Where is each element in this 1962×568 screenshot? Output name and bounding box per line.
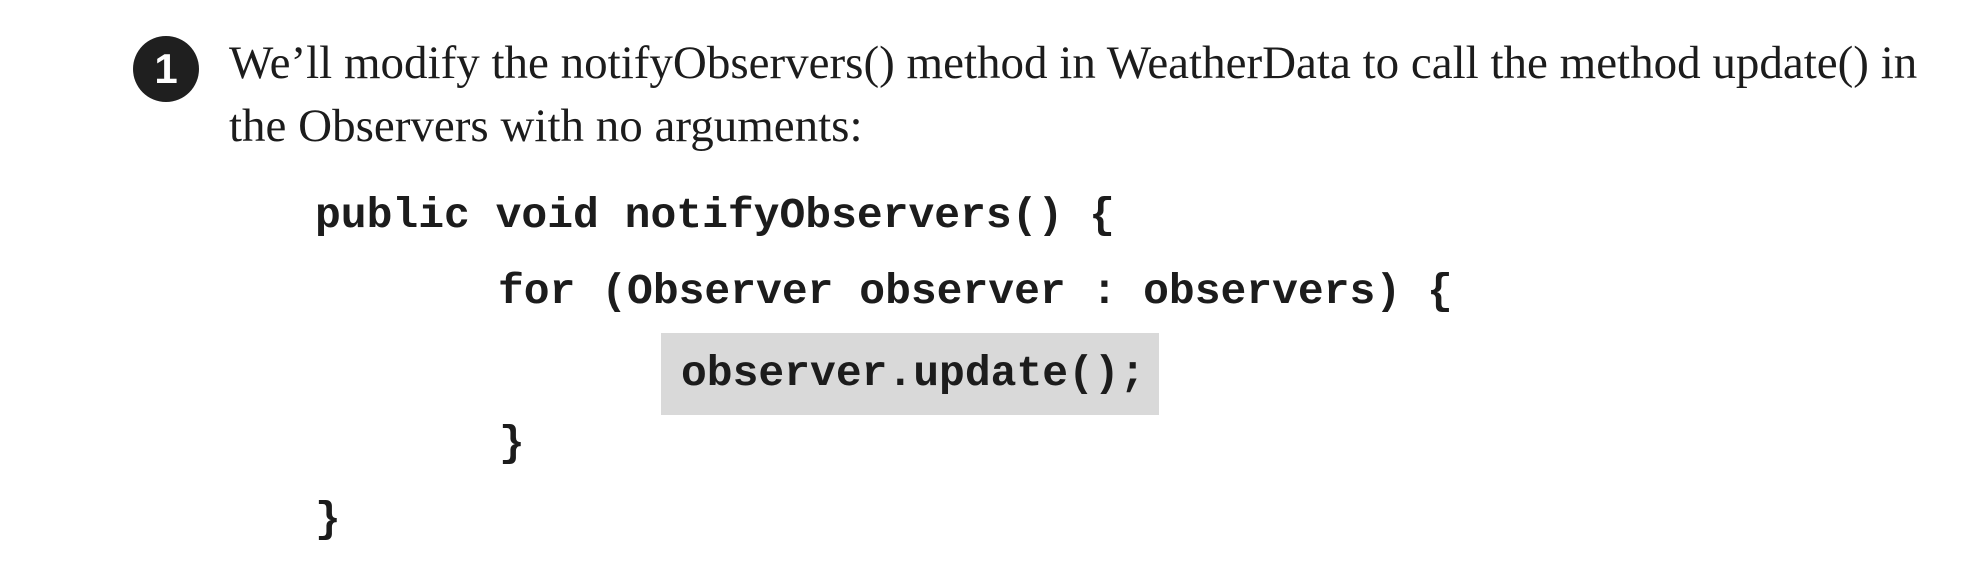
code-line-method-close-brace: } bbox=[315, 495, 341, 544]
code-line-highlighted-update-call: observer.update(); bbox=[661, 333, 1160, 415]
step-description: We’ll modify the notifyObservers() metho… bbox=[229, 37, 1918, 152]
code-line-method-signature: public void notifyObservers() { bbox=[315, 191, 1115, 240]
step-number-badge: 1 bbox=[133, 36, 199, 102]
code-line-for-loop: for (Observer observer : observers) { bbox=[498, 267, 1453, 316]
code-line-loop-close-brace: } bbox=[499, 419, 525, 468]
